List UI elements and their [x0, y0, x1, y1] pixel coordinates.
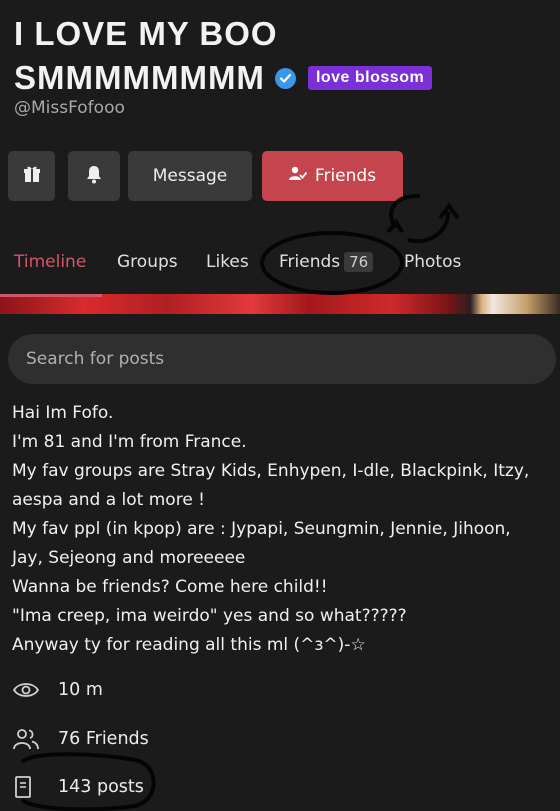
profile-tabs: Timeline Groups Likes Friends 76 Photos	[0, 240, 560, 290]
title-badge: love blossom	[307, 66, 433, 90]
friends-button[interactable]: Friends	[262, 151, 403, 201]
tab-likes[interactable]: Likes	[206, 252, 249, 272]
bio-line: Jay, Sejeong and moreeeee	[12, 548, 246, 568]
users-icon	[12, 726, 46, 752]
post-search-bar[interactable]	[8, 334, 556, 384]
profile-bio: Hai Im Fofo. I'm 81 and I'm from France.…	[12, 399, 552, 660]
views-count: 10 m	[58, 680, 103, 700]
tab-friends-count: 76	[344, 252, 374, 272]
tab-friends[interactable]: Friends 76	[279, 252, 374, 272]
posts-stat: 143 posts	[12, 774, 144, 800]
profile-handle: @MissFofooo	[14, 98, 125, 118]
profile-title-line-1: I LOVE MY BOO	[14, 15, 278, 52]
bio-line: Wanna be friends? Come here child!!	[12, 577, 328, 597]
bell-icon	[85, 164, 103, 189]
views-stat: 10 m	[12, 677, 103, 703]
profile-title: I LOVE MY BOO SMMMMMMMM love blossom	[14, 12, 514, 100]
bio-line: Hai Im Fofo.	[12, 403, 114, 423]
friends-button-label: Friends	[314, 166, 377, 186]
bio-line: "Ima creep, ima weirdo" yes and so what?…	[12, 606, 407, 626]
gift-button[interactable]	[8, 151, 55, 201]
profile-title-line-2: SMMMMMMMM love blossom	[14, 56, 514, 100]
friends-count: 76 Friends	[58, 729, 149, 749]
posts-count: 143 posts	[58, 777, 144, 797]
tab-friends-label: Friends	[279, 252, 341, 272]
verified-check-icon	[274, 67, 296, 89]
bio-line: aespa and a lot more !	[12, 490, 206, 510]
active-tab-indicator	[0, 294, 102, 297]
document-icon	[12, 774, 46, 800]
bio-line: I'm 81 and I'm from France.	[12, 432, 247, 452]
user-check-icon	[288, 166, 308, 187]
tab-photos[interactable]: Photos	[404, 252, 461, 272]
notifications-button[interactable]	[68, 151, 120, 201]
friends-stat[interactable]: 76 Friends	[12, 726, 149, 752]
tab-groups[interactable]: Groups	[117, 252, 178, 272]
bio-line: My fav groups are Stray Kids, Enhypen, I…	[12, 461, 530, 481]
cover-image-strip	[0, 294, 560, 314]
gift-icon	[23, 165, 41, 188]
search-input[interactable]	[8, 334, 556, 384]
profile-title-text: SMMMMMMMM	[14, 59, 265, 96]
bio-line: Anyway ty for reading all this ml (^з^)-…	[12, 635, 366, 655]
bio-line: My fav ppl (in kpop) are : Jypapi, Seung…	[12, 519, 511, 539]
eye-icon	[12, 677, 46, 703]
tab-timeline[interactable]: Timeline	[14, 252, 86, 272]
message-button[interactable]: Message	[128, 151, 252, 201]
